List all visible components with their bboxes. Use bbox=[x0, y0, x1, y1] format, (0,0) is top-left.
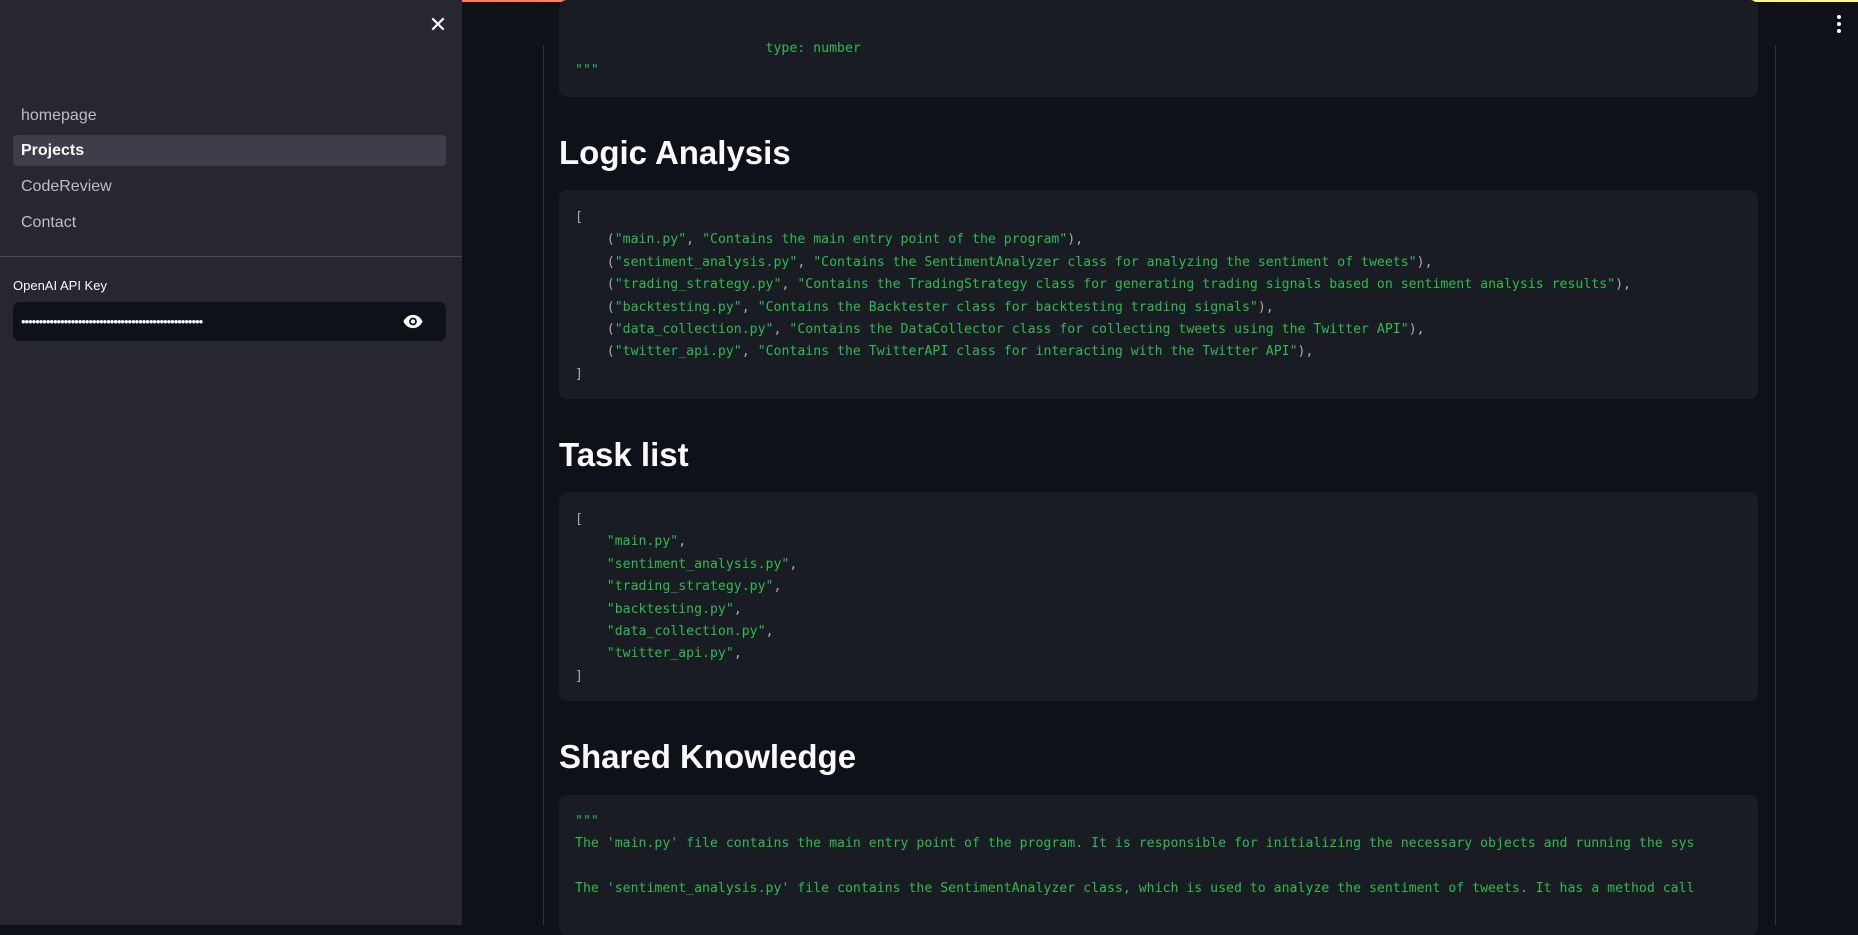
api-key-input[interactable] bbox=[21, 302, 381, 341]
content-border-right bbox=[1775, 45, 1776, 925]
sidebar-item-codereview[interactable]: CodeReview bbox=[13, 171, 446, 202]
sidebar-item-homepage[interactable]: homepage bbox=[13, 100, 446, 131]
code-line: "sentiment_analysis.py", bbox=[606, 556, 798, 572]
heading-logic-analysis: Logic Analysis bbox=[559, 134, 791, 171]
api-key-label: OpenAI API Key bbox=[13, 278, 107, 293]
sidebar-item-contact[interactable]: Contact bbox=[13, 207, 446, 238]
close-icon: ✕ bbox=[428, 12, 448, 37]
code-line: ("backtesting.py", "Contains the Backtes… bbox=[575, 299, 1274, 315]
code-line: ("sentiment_analysis.py", "Contains the … bbox=[575, 254, 1433, 270]
code-line: """ bbox=[575, 814, 599, 829]
heading-task-list: Task list bbox=[559, 436, 689, 473]
code-block-logic-analysis: [ ("main.py", "Contains the main entry p… bbox=[559, 190, 1758, 399]
heading-shared-knowledge: Shared Knowledge bbox=[559, 738, 857, 775]
code-line: ] bbox=[575, 366, 583, 382]
code-line: ("main.py", "Contains the main entry poi… bbox=[575, 232, 1084, 248]
close-sidebar-button[interactable]: ✕ bbox=[427, 14, 449, 36]
code-line: "twitter_api.py", bbox=[606, 646, 742, 662]
code-line: ("trading_strategy.py", "Contains the Tr… bbox=[575, 277, 1631, 293]
sidebar-divider bbox=[0, 256, 462, 257]
code-line: """ bbox=[575, 63, 599, 79]
sidebar: ✕ homepage Projects CodeReview Contact O… bbox=[0, 0, 462, 925]
code-line: ("data_collection.py", "Contains the Dat… bbox=[575, 322, 1425, 338]
code-line: The 'main.py' file contains the main ent… bbox=[575, 836, 1695, 852]
code-line: ("twitter_api.py", "Contains the Twitter… bbox=[575, 344, 1314, 360]
code-line: The 'sentiment_analysis.py' file contain… bbox=[575, 881, 1695, 897]
sidebar-item-projects[interactable]: Projects bbox=[13, 135, 446, 166]
code-line: ] bbox=[575, 668, 583, 684]
code-line: "trading_strategy.py", bbox=[606, 579, 782, 595]
code-block-task-list: [ "main.py", "sentiment_analysis.py", "t… bbox=[559, 492, 1758, 701]
code-line: "data_collection.py", bbox=[606, 624, 774, 640]
code-line: [ bbox=[575, 210, 583, 225]
code-block-top: type: number """ bbox=[559, 0, 1758, 97]
kebab-menu-icon[interactable] bbox=[1834, 14, 1844, 34]
code-line: [ bbox=[575, 512, 583, 527]
code-block-shared-knowledge: """ The 'main.py' file contains the main … bbox=[559, 795, 1758, 935]
code-line: "backtesting.py", bbox=[606, 601, 742, 617]
api-key-field bbox=[13, 302, 446, 341]
code-line: type: number bbox=[575, 41, 861, 56]
code-line: "main.py", bbox=[606, 534, 687, 550]
eye-icon[interactable] bbox=[403, 313, 423, 330]
content-border-left bbox=[543, 45, 544, 925]
